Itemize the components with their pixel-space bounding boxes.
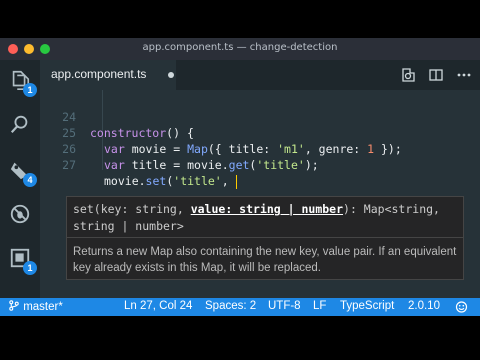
code-string: 'title' bbox=[173, 174, 222, 188]
cursor-position[interactable]: Ln 27, Col 24 bbox=[124, 300, 192, 312]
eol-setting[interactable]: LF bbox=[313, 300, 326, 312]
encoding-setting[interactable]: UTF-8 bbox=[268, 300, 301, 312]
code-text: , bbox=[221, 174, 236, 188]
split-editor-icon[interactable] bbox=[428, 67, 444, 83]
source-control-badge: 4 bbox=[23, 173, 37, 187]
extensions-icon[interactable]: 1 bbox=[6, 244, 37, 275]
code-text: ); bbox=[304, 158, 319, 172]
unsaved-dot-icon[interactable] bbox=[168, 72, 174, 78]
activity-bar: 1 4 1 bbox=[0, 60, 40, 298]
text-cursor bbox=[235, 174, 237, 189]
code-line-24: 24 constructor() { bbox=[40, 93, 480, 140]
vscode-window: app.component.ts — change-detection 1 4 … bbox=[0, 38, 480, 316]
source-control-icon[interactable]: 4 bbox=[6, 156, 37, 187]
code-function: set bbox=[145, 174, 167, 188]
git-branch-icon bbox=[9, 300, 19, 311]
tab-bar: app.component.ts bbox=[40, 60, 480, 91]
more-icon[interactable] bbox=[456, 67, 472, 83]
code-string: 'title' bbox=[256, 158, 305, 172]
code-line-26: 26 var title = movie.get('title'); bbox=[40, 125, 480, 172]
files-badge: 1 bbox=[23, 83, 37, 97]
status-bar: master* Ln 27, Col 24 Spaces: 2 UTF-8 LF… bbox=[0, 298, 480, 316]
open-changes-icon[interactable] bbox=[400, 67, 416, 83]
window-title: app.component.ts — change-detection bbox=[142, 42, 338, 53]
smiley-feedback-icon[interactable] bbox=[455, 301, 468, 313]
files-icon[interactable]: 1 bbox=[6, 66, 37, 97]
title-bar: app.component.ts — change-detection bbox=[0, 38, 480, 61]
debug-icon[interactable] bbox=[6, 200, 34, 228]
code-text: title = movie. bbox=[124, 158, 229, 172]
signature-help-popup: set(key: string, value: string | number)… bbox=[66, 196, 464, 280]
divider bbox=[67, 237, 463, 238]
signature-text: set(key: string, value: string | number)… bbox=[73, 201, 457, 235]
code-keyword: var bbox=[104, 158, 125, 172]
typescript-version[interactable]: 2.0.10 bbox=[408, 300, 440, 312]
code-line-27: 27 movie.set('title', bbox=[40, 141, 480, 189]
active-parameter: value: string | number bbox=[190, 202, 344, 216]
tab-label: app.component.ts bbox=[51, 67, 147, 81]
branch-indicator[interactable]: master* bbox=[8, 300, 63, 313]
language-mode[interactable]: TypeScript bbox=[340, 300, 394, 312]
indentation-setting[interactable]: Spaces: 2 bbox=[205, 300, 256, 312]
branch-name: master* bbox=[23, 301, 63, 313]
tab-app-component[interactable]: app.component.ts bbox=[40, 60, 176, 91]
code-function: get bbox=[228, 158, 250, 172]
code-line-25: 25 var movie = Map({ title: 'm1', genre:… bbox=[40, 109, 480, 156]
search-icon[interactable] bbox=[6, 110, 34, 138]
signature-prefix: set(key: string, bbox=[73, 202, 191, 216]
line-number: 27 bbox=[62, 158, 76, 172]
code-text: movie. bbox=[104, 174, 146, 188]
signature-doc: Returns a new Map also containing the ne… bbox=[73, 246, 457, 274]
extensions-badge: 1 bbox=[23, 261, 37, 275]
